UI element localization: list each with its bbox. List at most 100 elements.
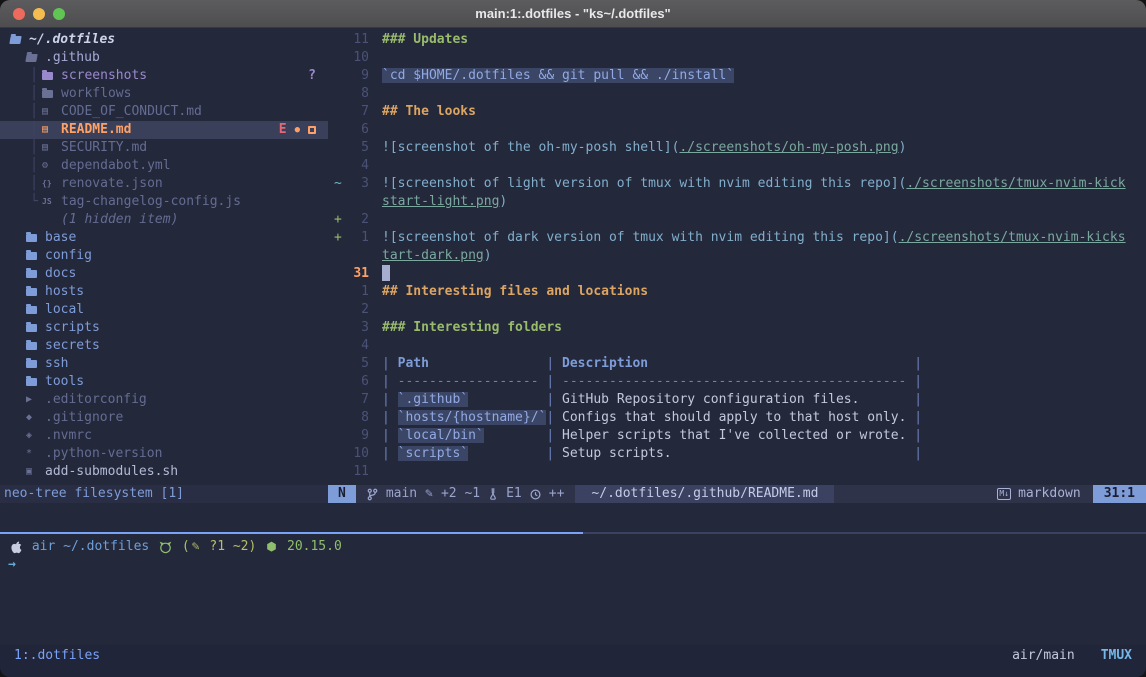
tree-item[interactable]: │{}renovate.json [0, 175, 328, 193]
file-tree: ~/.dotfiles.github│screenshots?│workflow… [0, 31, 328, 481]
folder-icon [26, 54, 42, 62]
editor-line[interactable]: 10| `scripts` | Setup scripts. | [328, 445, 1146, 463]
editor-line[interactable]: tart-dark.png) [328, 247, 1146, 265]
editor-line[interactable]: +1![screenshot of dark version of tmux w… [328, 229, 1146, 247]
line-text [369, 301, 382, 319]
editor-line[interactable]: 8 [328, 85, 1146, 103]
tree-item[interactable]: ssh [0, 355, 328, 373]
editor-line[interactable]: 10 [328, 49, 1146, 67]
editor-line[interactable]: 6 [328, 121, 1146, 139]
close-button[interactable] [13, 8, 25, 20]
text-token: ) [899, 140, 907, 155]
tree-item[interactable]: tools [0, 373, 328, 391]
zoom-button[interactable] [53, 8, 65, 20]
line-text: ## The looks [369, 103, 476, 121]
editor-line[interactable]: 4 [328, 157, 1146, 175]
git-branch-icon [367, 488, 378, 501]
text-token: `hosts/{hostname}/` [398, 410, 547, 425]
prompt-token: air [24, 538, 55, 556]
filetype-segment: M↓ markdown [985, 485, 1092, 503]
tree-item[interactable]: │▤CODE_OF_CONDUCT.md [0, 103, 328, 121]
tree-item[interactable]: │screenshots? [0, 67, 328, 85]
shell-pane[interactable]: air ~/.dotfiles (✎ ?1 ~2) 20.15.0 → [8, 538, 1138, 574]
gutter-sign [328, 85, 345, 103]
editor-line[interactable]: +2 [328, 211, 1146, 229]
editor-line[interactable]: ~3![screenshot of light version of tmux … [328, 175, 1146, 193]
tmux-window-label[interactable]: 1:.dotfiles [14, 647, 100, 665]
editor-line[interactable]: 11 [328, 463, 1146, 481]
editor-line[interactable]: 8| `hosts/{hostname}/`| Configs that sho… [328, 409, 1146, 427]
editor-line[interactable]: 11### Updates [328, 31, 1146, 49]
tree-item-label: screenshots [58, 67, 147, 85]
tree-item[interactable]: local [0, 301, 328, 319]
tree-item[interactable]: config [0, 247, 328, 265]
editor-line[interactable]: 1## Interesting files and locations [328, 283, 1146, 301]
folder-icon [26, 324, 42, 332]
tree-item-label: hosts [42, 283, 84, 301]
tree-item[interactable]: ◆.gitignore [0, 409, 328, 427]
window-controls [13, 8, 65, 20]
line-number: 8 [345, 409, 369, 427]
editor-line[interactable]: 7## The looks [328, 103, 1146, 121]
folder-icon [26, 270, 42, 278]
tree-item[interactable]: │▤SECURITY.md [0, 139, 328, 157]
braces-icon: {} [42, 175, 58, 193]
folder-icon [26, 342, 42, 350]
text-token: | [382, 410, 398, 425]
tree-item[interactable]: │workflows [0, 85, 328, 103]
tree-item[interactable]: └JStag-changelog-config.js [0, 193, 328, 211]
line-number: 8 [345, 85, 369, 103]
text-token: | [382, 392, 398, 407]
tree-item[interactable]: base [0, 229, 328, 247]
text-token: | [546, 392, 562, 407]
tree-item[interactable]: ◈.nvmrc [0, 427, 328, 445]
editor-line[interactable]: 3### Interesting folders [328, 319, 1146, 337]
tree-item[interactable]: scripts [0, 319, 328, 337]
tree-item[interactable]: │⚙dependabot.yml [0, 157, 328, 175]
pane-divider[interactable] [0, 532, 1146, 534]
line-text: | Path | Description | [369, 355, 922, 373]
tree-item[interactable]: ▶.editorconfig [0, 391, 328, 409]
tree-item[interactable]: *.python-version [0, 445, 328, 463]
prompt-arrow[interactable]: → [8, 556, 1138, 574]
tmux-status-bar: 1:.dotfiles air/main TMUX [0, 645, 1146, 677]
line-number: 1 [345, 229, 369, 247]
terminal-content: ~/.dotfiles.github│screenshots?│workflow… [0, 29, 1146, 677]
minimize-button[interactable] [33, 8, 45, 20]
editor-buffer[interactable]: 11### Updates109`cd $HOME/.dotfiles && g… [328, 31, 1146, 481]
tree-item-label: SECURITY.md [58, 139, 147, 157]
editor-line[interactable]: 9`cd $HOME/.dotfiles && git pull && ./in… [328, 67, 1146, 85]
text-token: Helper scripts that I've collected or wr… [562, 428, 906, 443]
sh-icon: ▣ [26, 463, 42, 481]
line-number: 5 [345, 355, 369, 373]
editor-line[interactable]: start-light.png) [328, 193, 1146, 211]
editor-line[interactable]: 9| `local/bin` | Helper scripts that I'v… [328, 427, 1146, 445]
tree-item[interactable]: docs [0, 265, 328, 283]
editor-line[interactable]: 2 [328, 301, 1146, 319]
line-text: ![screenshot of dark version of tmux wit… [369, 229, 1126, 247]
tree-item-label: dependabot.yml [58, 157, 171, 175]
diagnostic-error-badge: E [279, 121, 287, 139]
tree-item[interactable]: (1 hidden item) [0, 211, 328, 229]
line-text: ![screenshot of the oh-my-posh shell](./… [369, 139, 906, 157]
git-segment: main ✎ +2 ~1 E1 ++ [356, 485, 576, 503]
tree-item[interactable]: │▤README.mdE● [0, 121, 328, 139]
editor-line[interactable]: 4 [328, 337, 1146, 355]
editor-line[interactable]: 7| `.github` | GitHub Repository configu… [328, 391, 1146, 409]
tree-item[interactable]: ~/.dotfiles [0, 31, 328, 49]
tree-item[interactable]: .github [0, 49, 328, 67]
tmux-bar-right: air/main TMUX [1012, 647, 1132, 665]
titlebar[interactable]: main:1:.dotfiles - "ks~/.dotfiles" [0, 0, 1146, 28]
text-cursor [382, 265, 390, 281]
gutter-sign [328, 427, 345, 445]
editor-line[interactable]: 6| ------------------ | ----------------… [328, 373, 1146, 391]
tree-item[interactable]: ▣add-submodules.sh [0, 463, 328, 481]
tree-item[interactable]: hosts [0, 283, 328, 301]
editor-line[interactable]: 5| Path | Description | [328, 355, 1146, 373]
gutter-sign [328, 193, 345, 211]
tree-item[interactable]: secrets [0, 337, 328, 355]
folder-icon [26, 252, 42, 260]
editor-line[interactable]: 31 [328, 265, 1146, 283]
editor-line[interactable]: 5![screenshot of the oh-my-posh shell](.… [328, 139, 1146, 157]
text-token: Path [398, 356, 429, 371]
